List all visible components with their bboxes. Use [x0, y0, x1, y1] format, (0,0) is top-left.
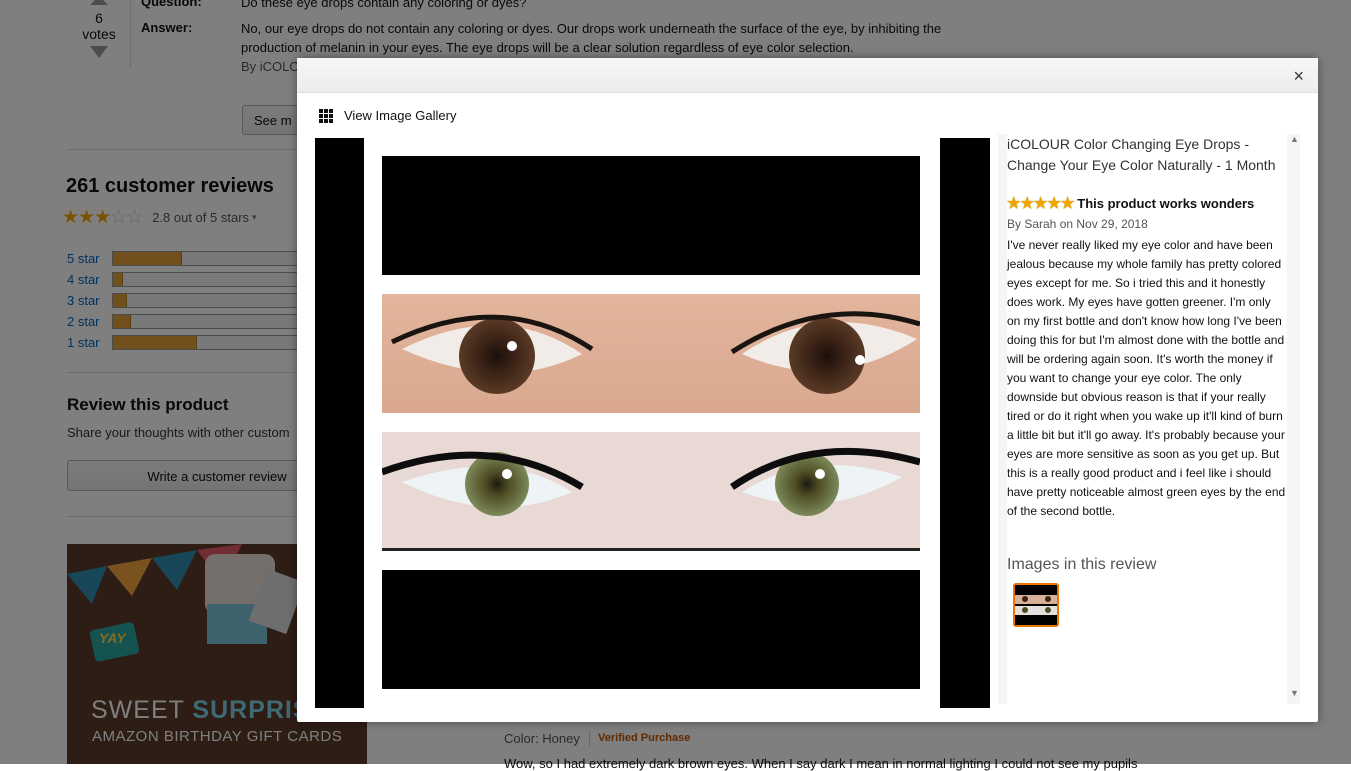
photo-black-strip [382, 570, 920, 689]
modal-header: × [297, 58, 1318, 93]
product-title: iCOLOUR Color Changing Eye Drops - Chang… [1007, 136, 1276, 173]
scroll-down-icon[interactable]: ▼ [1290, 688, 1299, 698]
review-photo [364, 138, 940, 708]
images-heading: Images in this review [1007, 556, 1157, 573]
scroll-up-icon[interactable]: ▲ [1290, 134, 1299, 144]
view-gallery-link[interactable]: View Image Gallery [319, 108, 456, 123]
close-icon[interactable]: × [1293, 66, 1304, 87]
photo-brown-eyes [382, 294, 921, 413]
image-review-modal: × View Image Gallery iCOLOUR Color Chang… [297, 58, 1318, 722]
view-gallery-label: View Image Gallery [344, 108, 457, 123]
image-viewer[interactable] [315, 138, 990, 708]
review-headline-text: This product works wonders [1077, 196, 1255, 211]
star-rating-icon: ★ ★ ★ ★ ★ [1007, 194, 1075, 212]
review-byline: By Sarah on Nov 29, 2018 [1007, 217, 1148, 231]
review-content: iCOLOUR Color Changing Eye Drops - Chang… [1007, 134, 1287, 704]
photo-green-eyes [380, 432, 921, 551]
review-pane[interactable]: iCOLOUR Color Changing Eye Drops - Chang… [998, 134, 1300, 704]
review-body: I've never really liked my eye color and… [1007, 238, 1286, 518]
review-image-thumbnail[interactable] [1013, 583, 1059, 627]
photo-black-strip [382, 156, 920, 275]
review-headline: ★ ★ ★ ★ ★ This product works wonders [1007, 194, 1255, 212]
grid-icon [319, 108, 333, 123]
